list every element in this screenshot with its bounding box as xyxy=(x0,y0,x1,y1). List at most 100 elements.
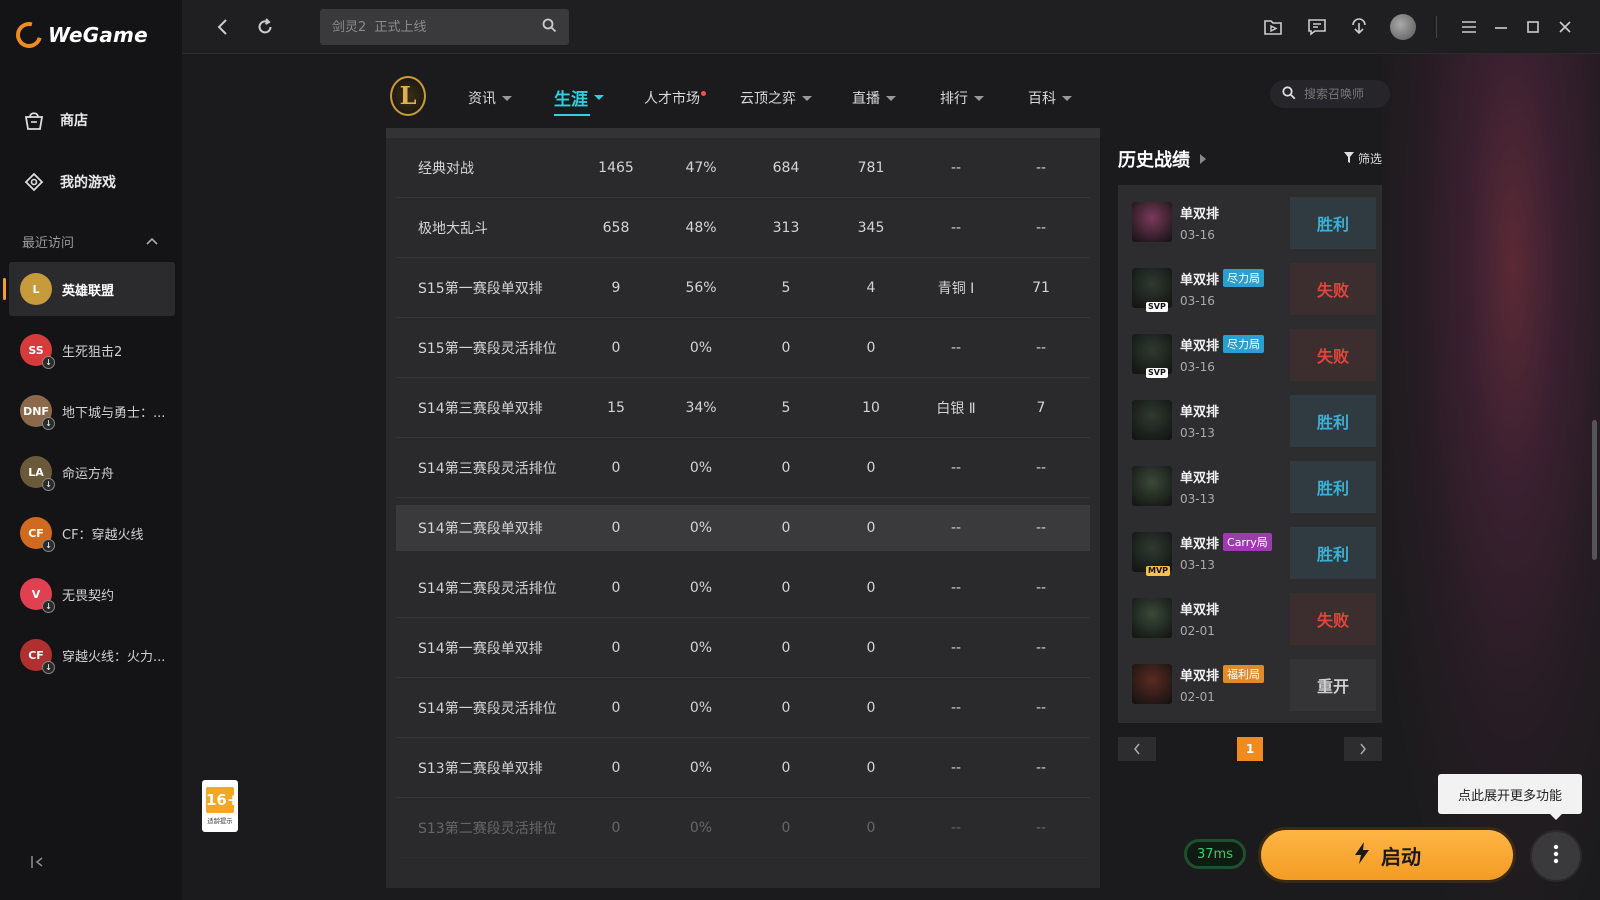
sidebar-game-item[interactable]: V ↓ 无畏契约 xyxy=(9,567,175,621)
game-nav-tab[interactable]: 人才市场 xyxy=(644,88,706,108)
user-avatar[interactable] xyxy=(1390,14,1416,40)
game-icon: SS ↓ xyxy=(20,334,55,369)
recent-header[interactable]: 最近访问 xyxy=(22,232,158,251)
match-mode: 单双排 xyxy=(1180,272,1220,288)
champion-portrait xyxy=(1132,664,1172,704)
caret-down-icon xyxy=(594,95,604,100)
global-search[interactable] xyxy=(320,9,569,45)
collapse-sidebar-icon[interactable] xyxy=(30,854,48,872)
match-result: 失败 xyxy=(1290,593,1376,645)
nav-store[interactable]: 商店 xyxy=(22,108,88,132)
sidebar-game-item[interactable]: DNF ↓ 地下城与勇士：... xyxy=(9,384,175,438)
sidebar-game-item[interactable]: CF ↓ 穿越火线：火力... xyxy=(9,628,175,682)
filter-button[interactable]: 筛选 xyxy=(1344,150,1382,167)
wegame-logo[interactable]: WeGame xyxy=(11,17,148,53)
launch-button[interactable]: 启动 xyxy=(1258,827,1516,883)
chevron-right-icon xyxy=(1200,154,1206,164)
match-item[interactable]: 单双排 02-01 失败 xyxy=(1118,585,1382,651)
table-cell: 7 xyxy=(1036,399,1046,416)
app-name: WeGame xyxy=(48,23,148,47)
menu-icon[interactable] xyxy=(1456,14,1482,40)
table-body: 经典对战 1465 47% 684 781 -- -- 极地大乱斗 658 48% 313 345 --… xyxy=(386,138,1100,858)
sidebar-game-item[interactable]: SS ↓ 生死狙击2 xyxy=(9,323,175,377)
match-date: 03-16 xyxy=(1180,359,1215,374)
table-cell: 0% xyxy=(689,699,713,716)
table-row[interactable]: S14第一赛段单双排 0 0% 0 0 -- -- xyxy=(396,618,1090,678)
mode-name-cell: S14第一赛段灵活排位 xyxy=(418,700,557,717)
message-icon[interactable] xyxy=(1304,14,1330,40)
table-row[interactable]: S14第一赛段灵活排位 0 0% 0 0 -- -- xyxy=(396,678,1090,738)
close-icon[interactable] xyxy=(1552,14,1578,40)
more-options-button[interactable] xyxy=(1530,830,1582,882)
game-nav-tab[interactable]: 排行 xyxy=(940,88,984,108)
table-row[interactable]: S14第二赛段单双排 0 0% 0 0 -- -- xyxy=(396,505,1090,551)
match-item[interactable]: 单双排 福利局 02-01 重开 xyxy=(1118,651,1382,717)
table-row[interactable]: S15第一赛段单双排 9 56% 5 4 青铜 Ⅰ 71 xyxy=(396,258,1090,318)
table-cell: -- xyxy=(1035,579,1047,596)
match-date: 03-13 xyxy=(1180,491,1215,506)
lol-logo[interactable]: L xyxy=(390,76,426,116)
game-nav-tab[interactable]: 百科 xyxy=(1028,88,1072,108)
sidebar-game-item[interactable]: LA ↓ 命运方舟 xyxy=(9,445,175,499)
match-mode: 单双排 xyxy=(1180,206,1220,222)
minimize-icon[interactable] xyxy=(1488,14,1514,40)
table-row[interactable]: 经典对战 1465 47% 684 781 -- -- xyxy=(396,138,1090,198)
sidebar-game-item[interactable]: CF ↓ CF：穿越火线 xyxy=(9,506,175,560)
history-title[interactable]: 历史战绩 xyxy=(1118,146,1206,172)
match-item[interactable]: 单双排 03-16 胜利 xyxy=(1118,189,1382,255)
table-cell: -- xyxy=(1035,819,1047,836)
match-info: 单双排 福利局 02-01 xyxy=(1180,665,1265,704)
match-item[interactable]: SVP 单双排 尽力局 03-16 失败 xyxy=(1118,255,1382,321)
refresh-icon[interactable] xyxy=(252,14,278,40)
game-icon: CF ↓ xyxy=(20,517,55,552)
game-nav-tab-label: 人才市场 xyxy=(644,91,700,107)
prev-page-button[interactable] xyxy=(1118,737,1156,761)
global-search-input[interactable] xyxy=(332,19,522,35)
mode-name-cell: S15第一赛段灵活排位 xyxy=(418,340,557,357)
match-item[interactable]: SVP 单双排 尽力局 03-16 失败 xyxy=(1118,321,1382,387)
table-cell: 0% xyxy=(689,759,713,776)
download-icon[interactable] xyxy=(1346,14,1372,40)
table-row[interactable]: S15第一赛段灵活排位 0 0% 0 0 -- -- xyxy=(396,318,1090,378)
table-row[interactable]: S13第二赛段单双排 0 0% 0 0 -- -- xyxy=(396,738,1090,798)
game-nav-tab[interactable]: 生涯 xyxy=(554,85,604,116)
game-icon: LA ↓ xyxy=(20,456,55,491)
match-date: 02-01 xyxy=(1180,689,1215,704)
table-cell: 5 xyxy=(781,279,791,296)
table-cell: 684 xyxy=(772,159,800,176)
match-top-line: 单双排 Carry局 xyxy=(1180,533,1272,552)
table-cell: -- xyxy=(950,579,962,596)
game-nav-tab[interactable]: 资讯 xyxy=(468,88,512,108)
back-arrow-icon[interactable] xyxy=(210,14,236,40)
table-row[interactable]: 极地大乱斗 658 48% 313 345 -- -- xyxy=(396,198,1090,258)
match-date: 02-01 xyxy=(1180,623,1215,638)
nav-my-games[interactable]: 我的游戏 xyxy=(22,170,116,194)
search-icon[interactable] xyxy=(542,18,557,37)
match-item[interactable]: 单双排 03-13 胜利 xyxy=(1118,387,1382,453)
sidebar-game-item[interactable]: L 英雄联盟 xyxy=(3,262,175,316)
game-nav-tab-label: 排行 xyxy=(940,91,968,107)
table-row[interactable]: S14第三赛段灵活排位 0 0% 0 0 -- -- xyxy=(396,438,1090,498)
game-nav-tab-label: 百科 xyxy=(1028,91,1056,107)
next-page-button[interactable] xyxy=(1344,737,1382,761)
game-nav-tab-label: 直播 xyxy=(852,91,880,107)
summoner-search-input[interactable] xyxy=(1304,87,1390,101)
table-row[interactable]: S14第二赛段灵活排位 0 0% 0 0 -- -- xyxy=(396,558,1090,618)
match-date: 03-16 xyxy=(1180,227,1215,242)
table-cell: 0% xyxy=(689,339,713,356)
folder-play-icon[interactable] xyxy=(1260,14,1286,40)
game-nav-tab[interactable]: 直播 xyxy=(852,88,896,108)
table-row[interactable]: S13第二赛段灵活排位 0 0% 0 0 -- -- xyxy=(396,798,1090,858)
current-page[interactable]: 1 xyxy=(1237,737,1263,761)
champion-portrait: SVP xyxy=(1132,268,1172,312)
age-rating-badge: 16+ 适龄提示 xyxy=(202,780,239,832)
table-row[interactable]: S14第三赛段单双排 15 34% 5 10 白银 Ⅱ 7 xyxy=(396,378,1090,438)
table-cell: 0 xyxy=(781,819,791,836)
mode-name-cell: S15第一赛段单双排 xyxy=(418,280,543,297)
maximize-icon[interactable] xyxy=(1520,14,1546,40)
summoner-search[interactable] xyxy=(1270,80,1390,108)
match-item[interactable]: 单双排 03-13 胜利 xyxy=(1118,453,1382,519)
game-nav-tab[interactable]: 云顶之弈 xyxy=(740,88,812,108)
scrollbar[interactable] xyxy=(1592,420,1597,560)
match-item[interactable]: MVP 单双排 Carry局 03-13 胜利 xyxy=(1118,519,1382,585)
